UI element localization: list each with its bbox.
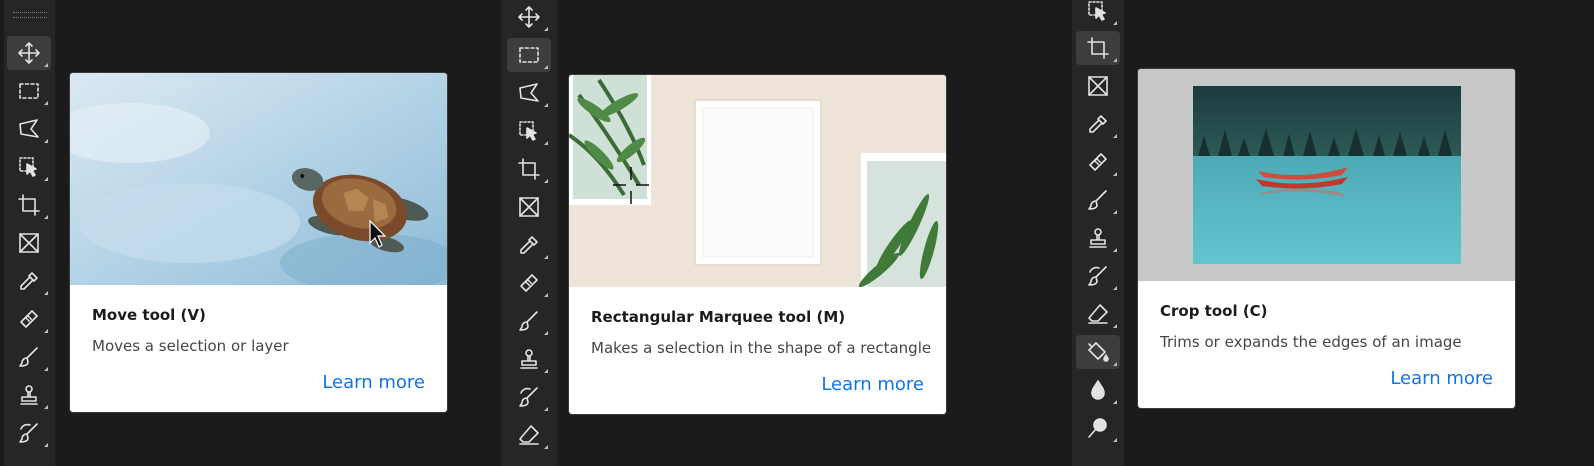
clone-stamp-tool[interactable] [1076,221,1120,255]
move-tool[interactable] [507,0,551,34]
history-brush-tool[interactable] [1076,259,1120,293]
object-selection-icon [19,157,37,177]
healing-brush-icon [20,310,38,328]
clone-stamp-tool[interactable] [507,342,551,376]
frame-tool[interactable] [7,226,51,260]
healing-brush-icon [1089,153,1107,171]
eyedropper-icon [1089,115,1107,133]
move-icon [18,42,40,64]
frame-tool[interactable] [507,190,551,224]
toolbar-left [4,0,55,466]
toolbar-grip[interactable] [13,12,47,18]
healing-brush-icon [520,274,538,292]
object-selection-tool[interactable] [507,114,551,148]
healing-brush-tool[interactable] [1076,145,1120,179]
lasso-tool[interactable] [507,76,551,110]
frame-tool[interactable] [1076,69,1120,103]
tooltip-card-rectangular-marquee: Rectangular Marquee tool (M) Makes a sel… [569,75,946,414]
card-title: Move tool (V) [92,306,206,324]
frame-icon [1088,76,1108,96]
rectangular-marquee-tool[interactable] [7,74,51,108]
toolbar-right [1072,0,1124,466]
paint-bucket-icon [1088,342,1109,362]
paint-bucket-tool[interactable] [1076,335,1120,369]
healing-brush-tool[interactable] [7,302,51,336]
toolbar-middle [501,0,557,466]
history-brush-icon [519,387,538,407]
card-description: Makes a selection in the shape of a rect… [591,339,932,357]
lasso-icon [19,119,39,138]
blur-tool[interactable] [1076,373,1120,407]
blur-icon [1091,380,1105,400]
eraser-icon [519,425,539,445]
tooltip-card-crop: Crop tool (C) Trims or expands the edges… [1138,69,1515,408]
eyedropper-icon [520,236,538,254]
card-description: Moves a selection or layer [92,337,289,355]
clone-stamp-tool[interactable] [7,378,51,412]
card-title: Rectangular Marquee tool (M) [591,308,846,326]
frame-icon [19,233,39,253]
brush-tool[interactable] [1076,183,1120,217]
lasso-icon [519,83,539,102]
move-tool[interactable] [7,36,51,70]
clone-stamp-icon [20,385,38,405]
rectangular-marquee-icon [519,47,539,63]
brush-icon [19,347,38,367]
frame-icon [519,197,539,217]
history-brush-icon [19,423,38,443]
learn-more-link[interactable]: Learn more [821,374,924,395]
crop-tool[interactable] [507,152,551,186]
eyedropper-tool[interactable] [1076,107,1120,141]
object-selection-icon [519,121,537,141]
brush-tool[interactable] [7,340,51,374]
marquee-tool-preview-image [569,75,946,287]
learn-more-link[interactable]: Learn more [1390,368,1493,389]
crop-tool-preview-image [1138,69,1515,281]
eraser-icon [1088,304,1108,324]
eraser-tool[interactable] [507,418,551,452]
brush-icon [1088,190,1107,210]
rectangular-marquee-tool[interactable] [507,38,551,72]
lasso-tool[interactable] [7,112,51,146]
brush-icon [519,311,538,331]
dodge-icon [1088,418,1107,438]
object-selection-tool[interactable] [7,150,51,184]
card-description: Trims or expands the edges of an image [1160,333,1462,351]
card-title: Crop tool (C) [1160,302,1268,320]
crop-tool[interactable] [1076,31,1120,65]
eyedropper-tool[interactable] [7,264,51,298]
move-tool-preview-image [70,73,447,285]
history-brush-tool[interactable] [507,380,551,414]
clone-stamp-icon [520,349,538,369]
clone-stamp-icon [1089,228,1107,248]
tooltip-card-move: Move tool (V) Moves a selection or layer… [70,73,447,412]
healing-brush-tool[interactable] [507,266,551,300]
object-selection-icon [1088,1,1106,21]
learn-more-link[interactable]: Learn more [322,372,425,393]
history-brush-tool[interactable] [7,416,51,450]
rectangular-marquee-icon [19,83,39,99]
eyedropper-tool[interactable] [507,228,551,262]
crop-icon [1087,37,1109,59]
crop-icon [518,158,540,180]
crop-icon [18,194,40,216]
object-selection-tool[interactable] [1076,0,1120,28]
brush-tool[interactable] [507,304,551,338]
history-brush-icon [1088,266,1107,286]
eraser-tool[interactable] [1076,297,1120,331]
move-icon [518,6,540,28]
dodge-tool[interactable] [1076,411,1120,445]
crop-tool[interactable] [7,188,51,222]
eyedropper-icon [20,272,38,290]
